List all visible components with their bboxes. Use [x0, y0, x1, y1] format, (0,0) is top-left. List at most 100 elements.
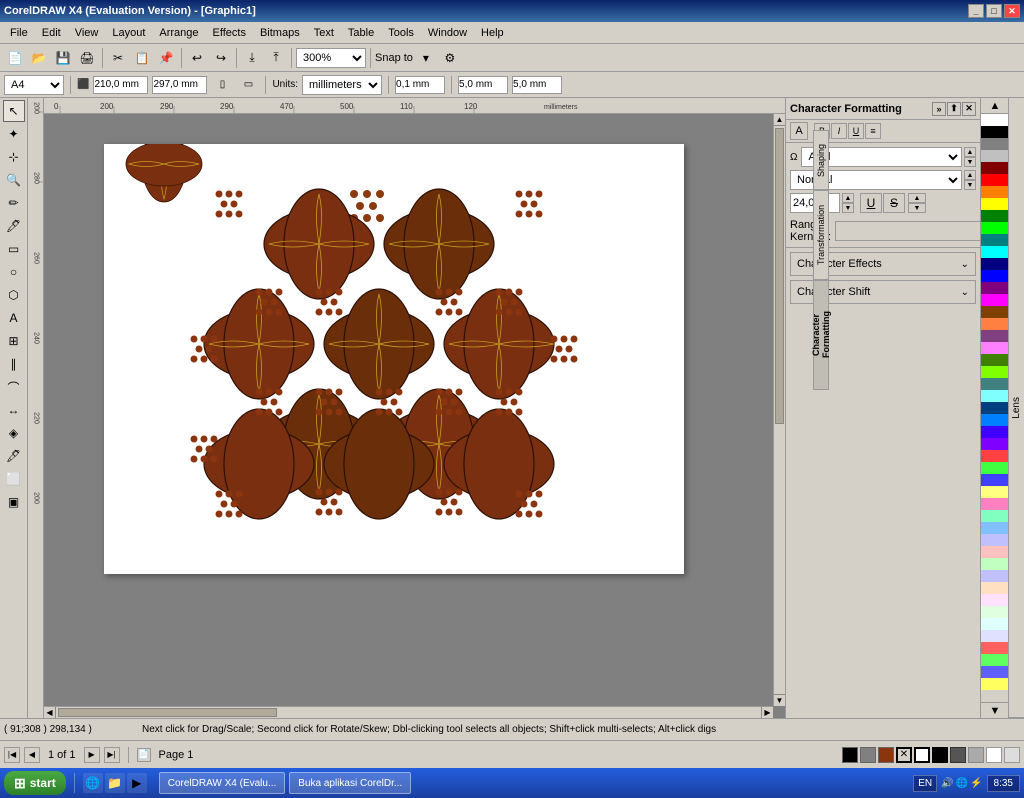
- palette-color[interactable]: [981, 222, 1008, 234]
- scroll-thumb-h[interactable]: [58, 708, 277, 717]
- table-tool[interactable]: ⊞: [3, 330, 25, 352]
- minimize-button[interactable]: _: [968, 4, 984, 18]
- palette-color[interactable]: [981, 594, 1008, 606]
- palette-color[interactable]: [981, 522, 1008, 534]
- underline-style-btn[interactable]: U: [860, 193, 882, 213]
- dark-swatch[interactable]: [950, 747, 966, 763]
- clock[interactable]: 8:35: [987, 775, 1020, 792]
- vertical-scrollbar[interactable]: ▲ ▼: [773, 114, 785, 706]
- scroll-right-arrow[interactable]: ▶: [761, 707, 773, 718]
- palette-color[interactable]: [981, 174, 1008, 186]
- palette-color[interactable]: [981, 450, 1008, 462]
- palette-color[interactable]: [981, 318, 1008, 330]
- palette-color[interactable]: [981, 246, 1008, 258]
- char-formatting-tab[interactable]: Character Formatting: [813, 280, 829, 390]
- paste-button[interactable]: 📌: [155, 47, 177, 69]
- menu-edit[interactable]: Edit: [36, 25, 67, 41]
- palette-color[interactable]: [981, 582, 1008, 594]
- lens-tab[interactable]: Lens: [1009, 98, 1024, 718]
- font-name-down[interactable]: ▼: [964, 157, 976, 167]
- polygon-tool[interactable]: ⬡: [3, 284, 25, 306]
- page-prev-btn[interactable]: ◀: [24, 747, 40, 763]
- palette-color[interactable]: [981, 330, 1008, 342]
- checked-swatch[interactable]: ✕: [896, 747, 912, 763]
- canvas-area[interactable]: ▲ ▼ ◀ ▶: [44, 114, 785, 718]
- palette-color[interactable]: [981, 630, 1008, 642]
- pos-x-input[interactable]: [458, 76, 508, 94]
- grid-swatch[interactable]: [986, 747, 1002, 763]
- underline-btn[interactable]: U: [848, 123, 864, 139]
- snap-dropdown[interactable]: ▾: [415, 47, 437, 69]
- palette-color[interactable]: [981, 618, 1008, 630]
- page-first-btn[interactable]: |◀: [4, 747, 20, 763]
- palette-color[interactable]: [981, 642, 1008, 654]
- palette-color[interactable]: [981, 510, 1008, 522]
- menu-help[interactable]: Help: [475, 25, 510, 41]
- palette-color[interactable]: [981, 438, 1008, 450]
- palette-color[interactable]: [981, 654, 1008, 666]
- print-button[interactable]: 🖨: [76, 47, 98, 69]
- white-swatch[interactable]: [914, 747, 930, 763]
- menu-bitmaps[interactable]: Bitmaps: [254, 25, 306, 41]
- pos-y-input[interactable]: [512, 76, 562, 94]
- font-size-down[interactable]: ▼: [842, 203, 854, 213]
- page-icon[interactable]: 📄: [137, 748, 151, 762]
- units-select[interactable]: millimeters: [302, 75, 382, 95]
- palette-color[interactable]: [981, 426, 1008, 438]
- undo-button[interactable]: ↩: [186, 47, 208, 69]
- shaping-tab[interactable]: Shaping: [813, 130, 829, 190]
- font-size-up[interactable]: ▲: [842, 193, 854, 203]
- menu-layout[interactable]: Layout: [106, 25, 151, 41]
- landscape-btn[interactable]: ▭: [237, 74, 259, 96]
- copy-button[interactable]: 📋: [131, 47, 153, 69]
- menu-effects[interactable]: Effects: [207, 25, 252, 41]
- maximize-button[interactable]: □: [986, 4, 1002, 18]
- taskbar-coreldraw[interactable]: CorelDRAW X4 (Evalu...: [159, 772, 286, 794]
- folder-quicklaunch[interactable]: 📁: [105, 773, 125, 793]
- palette-color[interactable]: [981, 126, 1008, 138]
- palette-color[interactable]: [981, 558, 1008, 570]
- page-next-btn[interactable]: ▶: [84, 747, 100, 763]
- palette-down[interactable]: ▼: [981, 702, 1008, 718]
- smartdraw-tool[interactable]: 🖊: [3, 215, 25, 237]
- italic-btn[interactable]: I: [831, 123, 847, 139]
- menu-arrange[interactable]: Arrange: [153, 25, 204, 41]
- parallel-tool[interactable]: ∥: [3, 353, 25, 375]
- volume-icon[interactable]: 🔊: [941, 778, 953, 789]
- save-button[interactable]: 💾: [52, 47, 74, 69]
- page-width-input[interactable]: [93, 76, 148, 94]
- palette-color[interactable]: [981, 546, 1008, 558]
- start-button[interactable]: ⊞ start: [4, 771, 66, 795]
- menu-text[interactable]: Text: [308, 25, 340, 41]
- palette-color[interactable]: [981, 114, 1008, 126]
- palette-color[interactable]: [981, 666, 1008, 678]
- menu-tools[interactable]: Tools: [382, 25, 420, 41]
- palette-color[interactable]: [981, 378, 1008, 390]
- palette-color[interactable]: [981, 138, 1008, 150]
- palette-color[interactable]: [981, 678, 1008, 690]
- palette-color[interactable]: [981, 150, 1008, 162]
- palette-color[interactable]: [981, 342, 1008, 354]
- palette-color[interactable]: [981, 606, 1008, 618]
- rect-tool[interactable]: ▭: [3, 238, 25, 260]
- black-swatch[interactable]: [932, 747, 948, 763]
- page-last-btn[interactable]: ▶|: [104, 747, 120, 763]
- outline-color-indicator[interactable]: [860, 747, 876, 763]
- text-dn-btn[interactable]: ▼: [908, 203, 926, 213]
- palette-color[interactable]: [981, 306, 1008, 318]
- hatch-swatch[interactable]: [1004, 747, 1020, 763]
- scroll-left-arrow[interactable]: ◀: [44, 707, 56, 718]
- light-swatch[interactable]: [968, 747, 984, 763]
- palette-color[interactable]: [981, 258, 1008, 270]
- palette-color[interactable]: [981, 534, 1008, 546]
- font-icon-btn[interactable]: A: [790, 122, 808, 140]
- palette-color[interactable]: [981, 474, 1008, 486]
- page-height-input[interactable]: [152, 76, 207, 94]
- import-button[interactable]: ⤓: [241, 47, 263, 69]
- crop-tool[interactable]: ⊹: [3, 146, 25, 168]
- scroll-up-arrow[interactable]: ▲: [774, 114, 785, 126]
- battery-icon[interactable]: ⚡: [970, 778, 982, 789]
- connector-tool[interactable]: ⌒: [3, 376, 25, 398]
- taskbar-buka[interactable]: Buka aplikasi CorelDr...: [289, 772, 411, 794]
- new-button[interactable]: 📄: [4, 47, 26, 69]
